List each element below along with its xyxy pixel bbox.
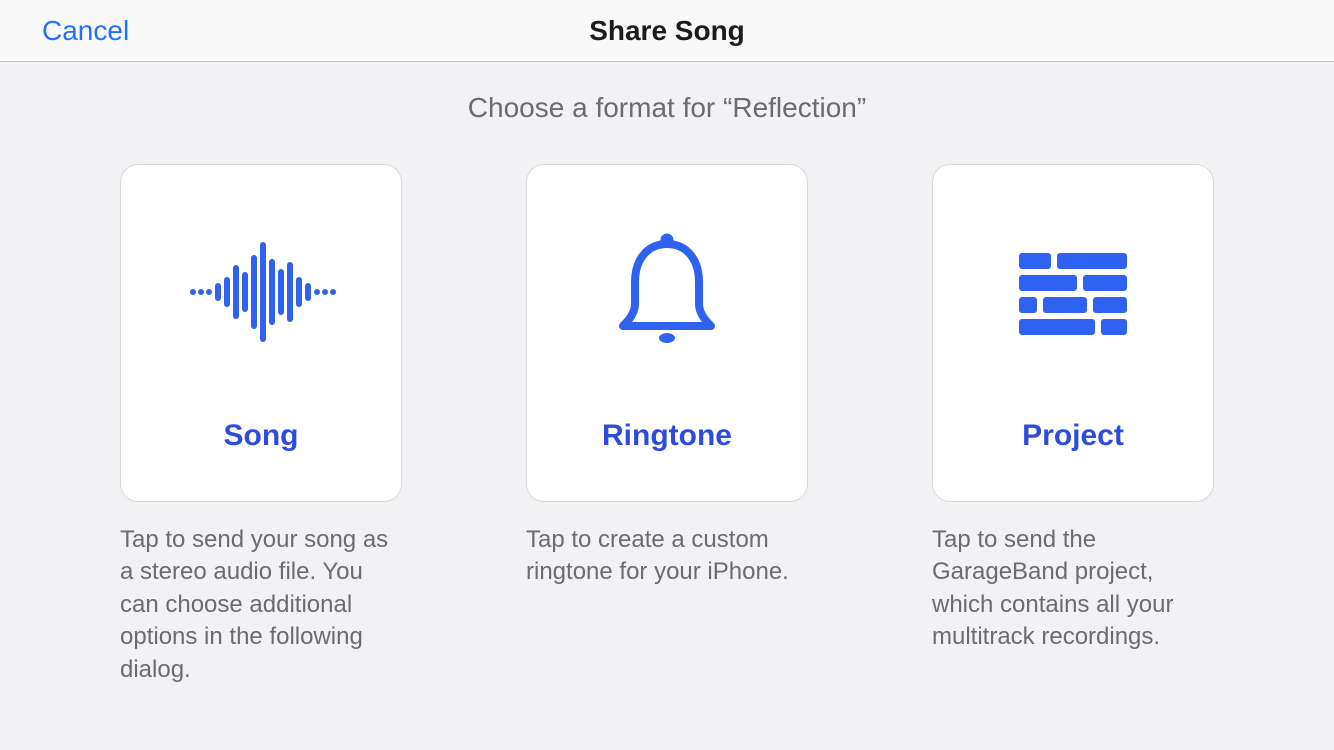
option-song-title: Song xyxy=(224,419,299,453)
option-project-card[interactable]: Project xyxy=(932,164,1214,502)
format-prompt-label: Choose a format for “Reflection” xyxy=(0,92,1334,124)
page-title: Share Song xyxy=(0,15,1334,47)
option-ringtone-card[interactable]: Ringtone xyxy=(526,164,808,502)
cancel-button[interactable]: Cancel xyxy=(0,15,129,47)
option-project-title: Project xyxy=(1022,419,1124,453)
navbar: Cancel Share Song xyxy=(0,0,1334,62)
option-song-card[interactable]: Song xyxy=(120,164,402,502)
option-ringtone: Ringtone Tap to create a custom ringtone… xyxy=(526,164,808,686)
content: Choose a format for “Reflection” xyxy=(0,62,1334,686)
waveform-icon xyxy=(121,165,401,419)
format-options-row: Song Tap to send your song as a stereo a… xyxy=(0,164,1334,686)
option-ringtone-title: Ringtone xyxy=(602,419,732,453)
option-song-desc: Tap to send your song as a stereo audio … xyxy=(120,524,402,686)
option-song: Song Tap to send your song as a stereo a… xyxy=(120,164,402,686)
option-project-desc: Tap to send the GarageBand project, whic… xyxy=(932,524,1214,654)
option-project: Project Tap to send the GarageBand proje… xyxy=(932,164,1214,686)
tracks-icon xyxy=(933,165,1213,419)
option-ringtone-desc: Tap to create a custom ringtone for your… xyxy=(526,524,808,589)
bell-icon xyxy=(527,165,807,419)
